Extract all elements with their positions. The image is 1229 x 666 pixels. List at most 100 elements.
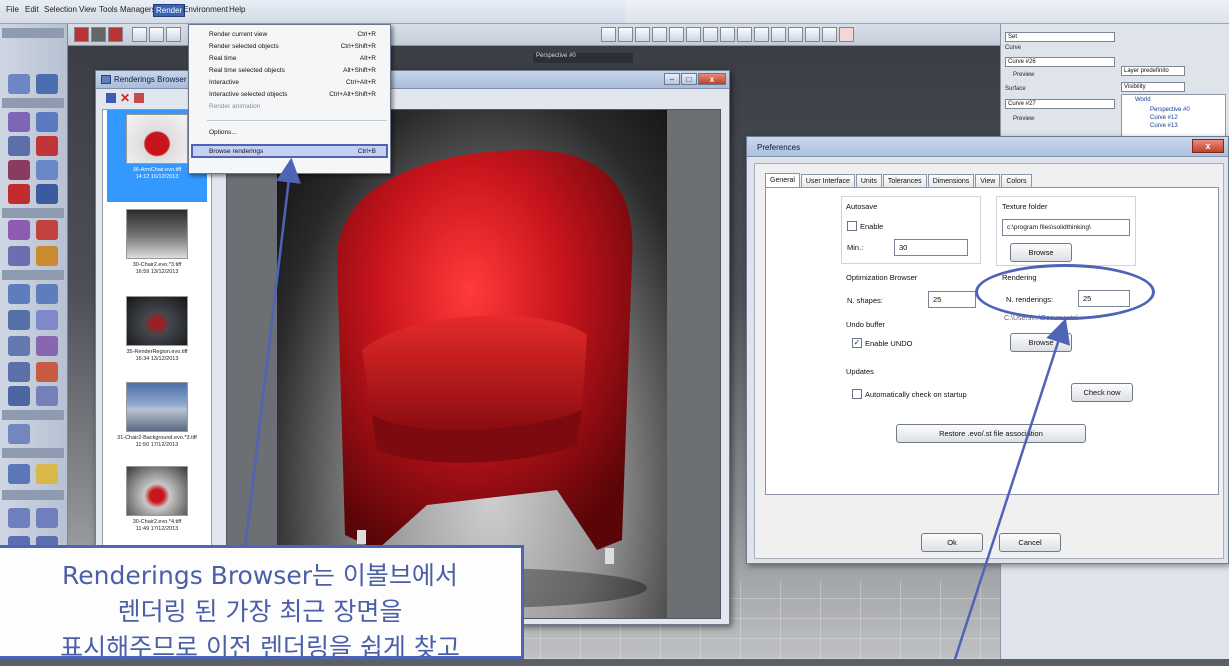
menu-render-selected-objects[interactable]: Render selected objects Ctrl+Shift+R: [189, 41, 390, 52]
restore-association-button[interactable]: Restore .evo/.st file association: [896, 424, 1086, 443]
menu-render-animation[interactable]: Render animation: [189, 101, 390, 112]
maximize-icon[interactable]: □: [681, 73, 697, 85]
tab-units[interactable]: Units: [855, 174, 882, 188]
tab-user-interface[interactable]: User Interface: [800, 174, 855, 188]
tool-icon[interactable]: [8, 464, 30, 484]
tool-icon[interactable]: [8, 136, 30, 156]
tree-item-curve-12[interactable]: Curve #12: [1150, 115, 1178, 121]
object-name-field[interactable]: Set: [1005, 32, 1115, 42]
tool-icon[interactable]: [8, 424, 30, 444]
rendering-item[interactable]: 35-RenderRegion.evo.tiff 16:34 13/12/201…: [107, 292, 207, 372]
zoom-icon[interactable]: [149, 27, 164, 42]
menu-real-time-selected[interactable]: Real time selected objects Alt+Shift+R: [189, 65, 390, 76]
toolbar-button[interactable]: [771, 27, 786, 42]
toolbar-button[interactable]: [669, 27, 684, 42]
menu-selection[interactable]: Selection: [44, 5, 77, 14]
menu-interactive-selected[interactable]: Interactive selected objects Ctrl+Alt+Shi…: [189, 89, 390, 100]
min-input[interactable]: 30: [894, 239, 968, 256]
toolbar-button[interactable]: [822, 27, 837, 42]
toolbar-button[interactable]: [601, 27, 616, 42]
menu-options[interactable]: Options...: [189, 127, 390, 138]
texture-folder-input[interactable]: c:\program files\solidthinking\: [1002, 219, 1130, 236]
tool-icon[interactable]: [8, 508, 30, 528]
viewport-tab[interactable]: Perspective #0: [533, 53, 633, 63]
menu-file[interactable]: File: [6, 5, 19, 14]
tool-icon[interactable]: [8, 112, 30, 132]
toolbar-button[interactable]: [74, 27, 89, 42]
menu-view[interactable]: View: [79, 5, 96, 14]
ok-button[interactable]: Ok: [921, 533, 983, 552]
tool-icon[interactable]: [36, 464, 58, 484]
tool-icon[interactable]: [36, 362, 58, 382]
surface-field[interactable]: Curve #27: [1005, 99, 1115, 109]
preferences-titlebar[interactable]: Preferences x: [747, 137, 1228, 157]
tool-icon[interactable]: [8, 220, 30, 240]
tool-icon[interactable]: [36, 246, 58, 266]
layer-dropdown[interactable]: Layer predefinito: [1121, 66, 1185, 76]
menu-environment[interactable]: Environment: [183, 5, 228, 14]
menu-interactive[interactable]: Interactive Ctrl+Alt+R: [189, 77, 390, 88]
tool-icon[interactable]: [8, 184, 30, 204]
tool-icon[interactable]: [36, 184, 58, 204]
save-icon[interactable]: [106, 93, 116, 103]
zoom-icon[interactable]: [132, 27, 147, 42]
menu-managers[interactable]: Managers: [120, 5, 156, 14]
close-icon[interactable]: x: [698, 73, 726, 85]
tool-icon[interactable]: [36, 220, 58, 240]
minimize-icon[interactable]: –: [664, 73, 680, 85]
menu-edit[interactable]: Edit: [25, 5, 39, 14]
tool-icon[interactable]: [8, 246, 30, 266]
tree-item-world[interactable]: World: [1135, 97, 1151, 103]
menu-render[interactable]: Render: [153, 4, 186, 17]
tool-icon[interactable]: [36, 336, 58, 356]
tool-icon[interactable]: [8, 362, 30, 382]
nshapes-input[interactable]: 25: [928, 291, 976, 308]
tool-icon[interactable]: [36, 284, 58, 304]
toolbar-button[interactable]: [720, 27, 735, 42]
tool-icon[interactable]: [36, 112, 58, 132]
menu-tools[interactable]: Tools: [99, 5, 118, 14]
autosave-enable-checkbox[interactable]: [847, 221, 857, 231]
toolbar-button[interactable]: [108, 27, 123, 42]
menu-help[interactable]: Help: [229, 5, 245, 14]
tab-tolerances[interactable]: Tolerances: [882, 174, 927, 188]
tool-icon[interactable]: [36, 386, 58, 406]
grid-icon[interactable]: [134, 93, 144, 103]
toolbar-button[interactable]: [805, 27, 820, 42]
rendering-item[interactable]: 30-Chair2.evo.*4.tiff 11:49 17/12/2013: [107, 462, 207, 542]
delete-icon[interactable]: ✕: [120, 92, 130, 104]
toolbar-button[interactable]: [754, 27, 769, 42]
tab-dimensions[interactable]: Dimensions: [927, 174, 975, 188]
rendering-browse-button[interactable]: Browse: [1010, 333, 1072, 352]
toolbar-button[interactable]: [618, 27, 633, 42]
tool-icon[interactable]: [36, 136, 58, 156]
tool-icon[interactable]: [8, 310, 30, 330]
stop-icon[interactable]: [839, 27, 854, 42]
check-now-button[interactable]: Check now: [1071, 383, 1133, 402]
enable-undo-checkbox[interactable]: ✓: [852, 338, 862, 348]
curve-field[interactable]: Curve #26: [1005, 57, 1115, 67]
toolbar-button[interactable]: [686, 27, 701, 42]
rendering-item[interactable]: 30-Chair2.evo.*3.tiff 16:59 13/12/2013: [107, 205, 207, 285]
toolbar-button[interactable]: [703, 27, 718, 42]
toolbar-button[interactable]: [788, 27, 803, 42]
menu-render-current-view[interactable]: Render current view Ctrl+R: [189, 29, 390, 40]
cancel-button[interactable]: Cancel: [999, 533, 1061, 552]
close-icon[interactable]: x: [1192, 139, 1224, 153]
tab-view[interactable]: View: [975, 174, 1001, 188]
tab-general[interactable]: General: [765, 173, 800, 188]
tree-item-curve-13[interactable]: Curve #13: [1150, 123, 1178, 129]
tool-icon[interactable]: [36, 74, 58, 94]
toolbar-button[interactable]: [652, 27, 667, 42]
tool-icon[interactable]: [8, 160, 30, 180]
menu-real-time[interactable]: Real time Alt+R: [189, 53, 390, 64]
tool-icon[interactable]: [8, 336, 30, 356]
toolbar-button[interactable]: [635, 27, 650, 42]
tool-icon[interactable]: [8, 74, 30, 94]
tool-icon[interactable]: [36, 160, 58, 180]
tool-icon[interactable]: [36, 310, 58, 330]
menu-browse-renderings[interactable]: Browse renderings Ctrl+B: [189, 146, 390, 157]
toolbar-button[interactable]: [737, 27, 752, 42]
tab-colors[interactable]: Colors: [1001, 174, 1032, 188]
toolbar-button[interactable]: [91, 27, 106, 42]
